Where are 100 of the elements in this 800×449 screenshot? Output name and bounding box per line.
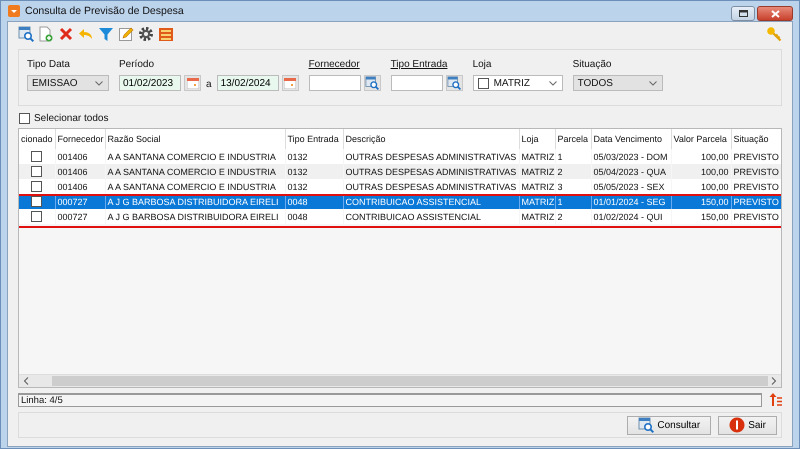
- table-cell: OUTRAS DESPESAS ADMINISTRATIVAS: [346, 152, 516, 162]
- filter-icon[interactable]: [98, 26, 114, 42]
- table-cell: PREVISTO: [734, 152, 779, 162]
- column-header[interactable]: Razão Social: [105, 129, 285, 149]
- select-all-label: Selecionar todos: [34, 112, 108, 124]
- column-header[interactable]: Fornecedor: [55, 129, 105, 149]
- table-row[interactable]: 001406 A A SANTANA COMERCIO E INDUSTRIA 0132 OUTRAS DESPESAS ADMINISTRATIVAS MATRIZ 2 05/04/2023 - QUA 100,00 PREVISTO: [19, 164, 781, 179]
- table-cell: A J G BARBOSA DISTRIBUIDORA EIRELI: [108, 196, 279, 206]
- table-cell: 100,00: [700, 166, 728, 176]
- edit-icon[interactable]: [118, 26, 134, 42]
- column-header[interactable]: Descrição: [343, 129, 519, 149]
- store-dropdown[interactable]: MATRIZ: [472, 75, 563, 91]
- field-label: Loja: [472, 59, 492, 71]
- status-field: Linha: 4/5: [18, 393, 762, 407]
- table-cell: OUTRAS DESPESAS ADMINISTRATIVAS: [346, 166, 516, 176]
- table-cell: 0132: [288, 166, 308, 176]
- table-cell: MATRIZ: [522, 196, 554, 206]
- column-header[interactable]: Valor Parcela: [671, 129, 731, 149]
- table-cell: MATRIZ: [522, 152, 554, 162]
- table-cell: 001406: [58, 182, 88, 192]
- column-header[interactable]: Tipo Entrada: [285, 129, 343, 149]
- checkbox[interactable]: [31, 196, 42, 208]
- column-header[interactable]: Loja: [519, 129, 555, 149]
- table-cell: 1: [558, 152, 563, 162]
- table-cell: 2: [558, 212, 563, 222]
- column-header[interactable]: Parcela: [555, 129, 591, 149]
- table-row[interactable]: 001406 A A SANTANA COMERCIO E INDUSTRIA 0132 OUTRAS DESPESAS ADMINISTRATIVAS MATRIZ 1 05/03/2023 - DOM 100,00 PREVISTO: [19, 149, 781, 164]
- table-cell: 0048: [288, 212, 308, 222]
- lookup-button[interactable]: [446, 75, 463, 91]
- field-label: Situação: [572, 59, 612, 71]
- table-cell: 0132: [288, 152, 308, 162]
- column-header[interactable]: Situação: [731, 129, 781, 149]
- checkbox[interactable]: [31, 151, 42, 162]
- table-row[interactable]: 000727 A J G BARBOSA DISTRIBUIDORA EIRELI 0048 CONTRIBUICAO ASSISTENCIAL MATRIZ 1 01/01/2024 - SEG 150,00 PREVISTO: [19, 194, 781, 209]
- close-button[interactable]: [757, 6, 793, 21]
- supplier-field[interactable]: [308, 75, 361, 91]
- table-cell: A A SANTANA COMERCIO E INDUSTRIA: [108, 152, 276, 162]
- table-cell: PREVISTO: [734, 182, 779, 192]
- table-cell: CONTRIBUICAO ASSISTENCIAL: [346, 212, 482, 222]
- sort-icon[interactable]: [768, 393, 782, 407]
- entry-type-link[interactable]: Tipo Entrada: [390, 59, 463, 71]
- table-cell: 0048: [288, 196, 308, 206]
- table-cell: 2: [558, 166, 563, 176]
- field-label: Período: [119, 59, 156, 71]
- table-cell: 05/04/2023 - QUA: [594, 166, 666, 176]
- status-dropdown[interactable]: TODOS: [572, 75, 663, 91]
- table-cell: 01/01/2024 - SEG: [594, 196, 666, 206]
- table-cell: 150,00: [700, 212, 728, 222]
- table-cell: PREVISTO: [734, 212, 779, 222]
- table-cell: 150,00: [700, 196, 728, 206]
- table-cell: MATRIZ: [522, 212, 554, 222]
- supplier-link[interactable]: Fornecedor: [308, 59, 381, 71]
- scroll-right-icon[interactable]: [771, 377, 777, 385]
- end-date-field[interactable]: 13/02/2024: [216, 75, 279, 91]
- table-cell: 05/05/2023 - SEX: [594, 182, 665, 192]
- table-cell: A A SANTANA COMERCIO E INDUSTRIA: [108, 182, 276, 192]
- checkbox[interactable]: [31, 211, 42, 222]
- close-icon: [770, 10, 780, 18]
- checkbox[interactable]: [19, 112, 30, 124]
- table-cell: PREVISTO: [734, 166, 779, 176]
- table-cell: MATRIZ: [522, 166, 554, 176]
- table-cell: MATRIZ: [522, 182, 554, 192]
- table-cell: CONTRIBUICAO ASSISTENCIAL: [346, 196, 482, 206]
- table-row[interactable]: 000727 A J G BARBOSA DISTRIBUIDORA EIRELI 0048 CONTRIBUICAO ASSISTENCIAL MATRIZ 2 01/02/2024 - QUI 150,00 PREVISTO: [19, 209, 781, 224]
- column-header[interactable]: cionado: [19, 129, 55, 149]
- lookup-button[interactable]: [364, 75, 381, 91]
- table-cell: 000727: [58, 196, 88, 206]
- calendar-button[interactable]: [282, 75, 299, 91]
- checkbox[interactable]: [478, 78, 489, 88]
- delete-icon[interactable]: [58, 26, 74, 42]
- calendar-button[interactable]: [184, 75, 201, 91]
- restore-icon: [738, 10, 748, 17]
- chevron-icon: [548, 80, 557, 86]
- scroll-left-icon[interactable]: [23, 377, 29, 385]
- checkbox[interactable]: [31, 181, 42, 192]
- table-cell: 05/03/2023 - DOM: [594, 152, 668, 162]
- table-row[interactable]: 001406 A A SANTANA COMERCIO E INDUSTRIA 0132 OUTRAS DESPESAS ADMINISTRATIVAS MATRIZ 3 05/05/2023 - SEX 100,00 PREVISTO: [19, 179, 781, 194]
- horizontal-scrollbar[interactable]: [19, 374, 781, 387]
- search-icon[interactable]: [18, 26, 34, 42]
- range-separator: a: [205, 79, 213, 90]
- restore-button[interactable]: [731, 6, 755, 21]
- table-cell: PREVISTO: [734, 196, 779, 206]
- table-cell: 3: [558, 182, 563, 192]
- column-header[interactable]: Data Vencimento: [591, 129, 671, 149]
- checkbox[interactable]: [31, 166, 42, 178]
- window-title: Consulta de Previsão de Despesa: [25, 5, 184, 17]
- table-cell: A A SANTANA COMERCIO E INDUSTRIA: [108, 166, 276, 176]
- table-cell: 001406: [58, 166, 88, 176]
- new-document-icon[interactable]: [38, 26, 54, 42]
- table-cell: 0132: [288, 182, 308, 192]
- exit-button[interactable]: Sair: [718, 416, 777, 434]
- table-cell: 100,00: [700, 182, 728, 192]
- settings-icon[interactable]: [138, 26, 154, 42]
- search-button[interactable]: Consultar: [627, 416, 712, 434]
- start-date-field[interactable]: 01/02/2023: [119, 75, 181, 91]
- table-cell: OUTRAS DESPESAS ADMINISTRATIVAS: [346, 182, 516, 192]
- entry-type-field[interactable]: [390, 75, 443, 91]
- table-cell: A J G BARBOSA DISTRIBUIDORA EIRELI: [108, 212, 279, 222]
- app-icon[interactable]: [8, 5, 20, 17]
- date-type-dropdown[interactable]: EMISSAO: [27, 75, 109, 91]
